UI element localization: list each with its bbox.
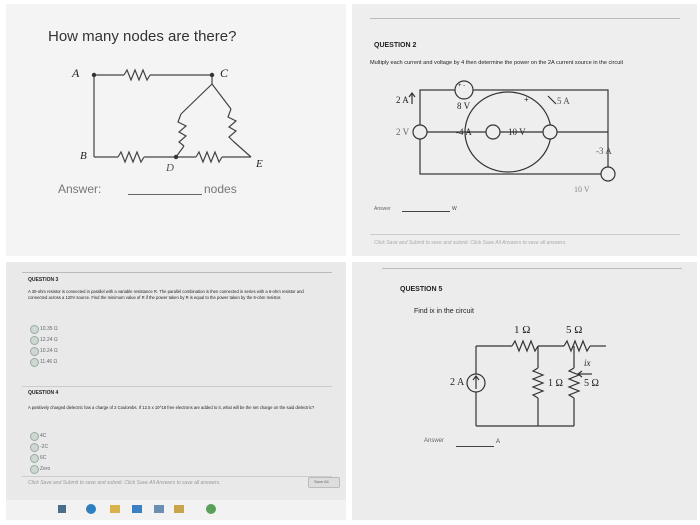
mail-icon[interactable]: [132, 505, 142, 513]
label-10v-right: 10 V: [574, 185, 590, 194]
q4-option-2-radio[interactable]: [30, 443, 39, 452]
question-3-text: A 30-ohm resistor is connected in parall…: [28, 289, 304, 300]
q3-option-4: 11.46 Ω: [40, 359, 58, 365]
q3-option-1: 10.35 Ω: [40, 326, 58, 332]
question-2-answer-label: Answer: [374, 206, 391, 212]
files-icon[interactable]: [174, 505, 184, 513]
node-label-e: E: [256, 158, 263, 170]
answer-suffix: nodes: [204, 182, 237, 196]
answer-blank[interactable]: [128, 194, 202, 195]
label-2v: 2 V: [396, 127, 410, 137]
q4-option-1-radio[interactable]: [30, 432, 39, 441]
label-10v: 10 V: [508, 127, 526, 137]
edge-browser-icon[interactable]: [86, 504, 96, 514]
questions-3-4-footer: Click Save and Submit to save and submit…: [28, 480, 221, 486]
q3-option-3: 10.24 Ω: [40, 348, 58, 354]
question-2-footer: Click Save and Submit to save and submit…: [374, 240, 567, 246]
question-5-panel: QUESTION 5 Find ix in the circuit 1 Ω 5 …: [352, 262, 697, 520]
q4-option-4: Zero: [40, 466, 51, 472]
label-8v: 8 V: [457, 101, 471, 111]
save-all-label: Save All: [314, 479, 329, 484]
label-5-ohm-top: 5 Ω: [566, 324, 583, 336]
label-minus-4a: -4 A: [456, 127, 472, 137]
question-4-text: A positively charged dielectric has a ch…: [28, 405, 315, 410]
node-label-b: B: [80, 150, 87, 162]
label-1-ohm-mid: 1 Ω: [548, 378, 563, 389]
q3-option-4-radio[interactable]: [30, 358, 39, 367]
question-nodes-panel: How many nodes are there? A C B D E Answ…: [6, 4, 346, 256]
folder-icon[interactable]: [110, 505, 120, 513]
question-2-answer-field[interactable]: [402, 211, 450, 212]
question-2-panel: QUESTION 2 Multiply each current and vol…: [352, 4, 697, 256]
label-ix: ix: [584, 358, 591, 368]
start-icon[interactable]: [58, 505, 66, 513]
question-2-answer-unit: W: [452, 206, 457, 212]
questions-3-4-panel: QUESTION 3 A 30-ohm resistor is connecte…: [6, 262, 346, 520]
label-minus-3a: -3 A: [596, 146, 612, 156]
question-4-heading: QUESTION 4: [28, 390, 59, 396]
label-plus: +: [524, 95, 529, 104]
label-5-ohm-right: 5 Ω: [584, 378, 599, 389]
node-label-a: A: [72, 66, 80, 80]
taskbar: [6, 500, 346, 520]
label-2a: 2 A: [396, 95, 409, 105]
q4-option-2: -2C: [40, 444, 49, 450]
question-5-answer-field[interactable]: [456, 446, 494, 447]
q3-option-3-radio[interactable]: [30, 347, 39, 356]
answer-label: Answer:: [58, 182, 102, 196]
q4-option-1: 4C: [40, 433, 47, 439]
q4-option-4-radio[interactable]: [30, 465, 39, 474]
chrome-icon[interactable]: [206, 504, 216, 514]
question-5-circuit: [466, 339, 606, 427]
question-3-heading: QUESTION 3: [28, 277, 59, 283]
store-icon[interactable]: [154, 505, 164, 513]
q3-option-2-radio[interactable]: [30, 336, 39, 345]
question-5-answer-label: Answer: [424, 438, 445, 444]
q3-option-2: 12.24 Ω: [40, 337, 58, 343]
q4-option-3-radio[interactable]: [30, 454, 39, 463]
q3-option-1-radio[interactable]: [30, 325, 39, 334]
label-5a: 5 A: [557, 96, 570, 106]
save-all-button[interactable]: Save All: [308, 477, 340, 488]
q4-option-3: 6C: [40, 455, 47, 461]
question-5-answer-unit: A: [496, 439, 501, 445]
label-1-ohm-top: 1 Ω: [514, 324, 531, 336]
node-label-c: C: [220, 66, 229, 80]
node-label-d: D: [166, 162, 174, 174]
label-2a-source: 2 A: [450, 377, 465, 388]
nodes-circuit-diagram: [91, 68, 252, 164]
label-plus-minus: + -: [458, 83, 466, 89]
